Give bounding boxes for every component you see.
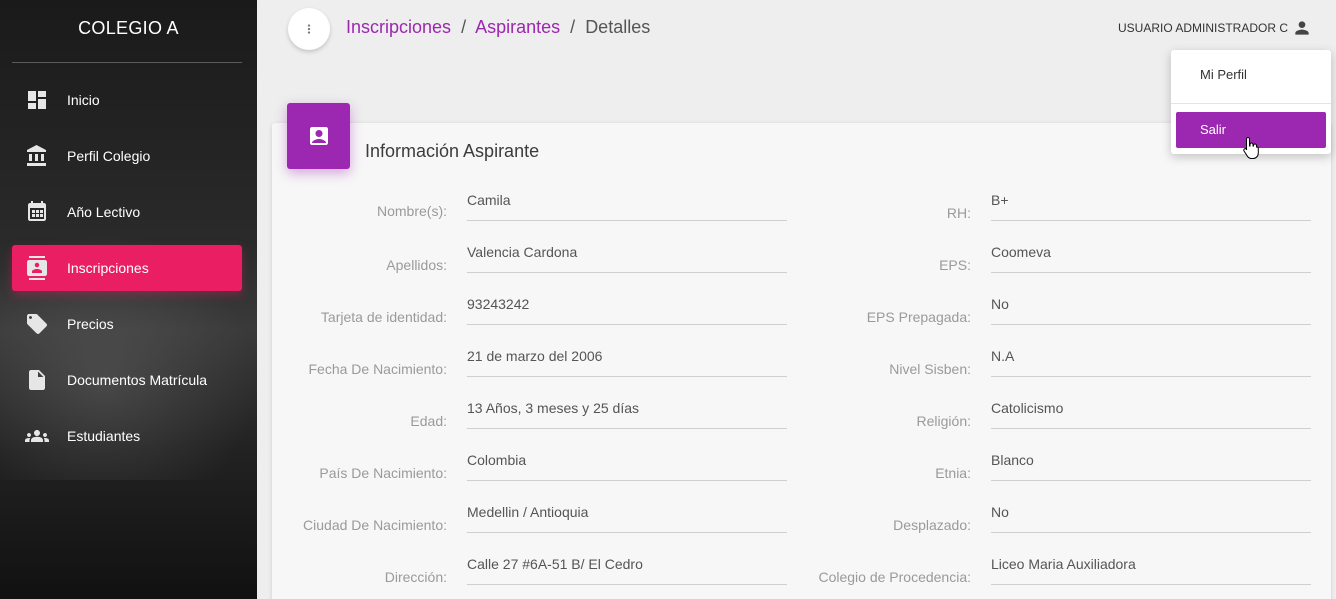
group-icon bbox=[24, 423, 50, 449]
label-pais-nacimiento: País De Nacimiento: bbox=[319, 465, 447, 481]
value-nivel-sisben: N.A bbox=[991, 348, 1311, 377]
sidebar-item-label: Estudiantes bbox=[67, 428, 141, 444]
sidebar-item-ano-lectivo[interactable]: Año Lectivo bbox=[12, 189, 242, 235]
breadcrumb-separator: / bbox=[570, 17, 576, 37]
menu-item-mi-perfil[interactable]: Mi Perfil bbox=[1176, 57, 1326, 93]
label-nivel-sisben: Nivel Sisben: bbox=[889, 361, 971, 377]
value-colegio-procedencia: Liceo Maria Auxiliadora bbox=[991, 556, 1311, 585]
contact-card-icon bbox=[309, 127, 328, 145]
label-apellidos: Apellidos: bbox=[386, 257, 447, 273]
breadcrumb-detalles: Detalles bbox=[585, 17, 651, 37]
value-etnia: Blanco bbox=[991, 452, 1311, 481]
sidebar-item-inicio[interactable]: Inicio bbox=[12, 77, 242, 123]
label-tarjeta: Tarjeta de identidad: bbox=[320, 309, 447, 325]
breadcrumb-inscripciones[interactable]: Inscripciones bbox=[346, 17, 451, 37]
document-icon bbox=[24, 367, 50, 393]
bank-icon bbox=[24, 143, 50, 169]
sidebar-item-documentos-matricula[interactable]: Documentos Matrícula bbox=[12, 357, 242, 403]
label-eps: EPS: bbox=[939, 257, 971, 273]
breadcrumb-separator: / bbox=[461, 17, 467, 37]
value-tarjeta: 93243242 bbox=[467, 296, 787, 325]
school-logo-title[interactable]: COLEGIO A bbox=[0, 0, 257, 62]
sidebar-nav: Inicio Perfil Colegio Año Lectivo Inscri… bbox=[0, 77, 257, 459]
sidebar-item-precios[interactable]: Precios bbox=[12, 301, 242, 347]
label-ciudad-nacimiento: Ciudad De Nacimiento: bbox=[303, 517, 447, 533]
value-eps-prepagada: No bbox=[991, 296, 1311, 325]
sidebar-item-label: Año Lectivo bbox=[67, 204, 141, 220]
menu-divider bbox=[1171, 103, 1331, 104]
breadcrumb-aspirantes[interactable]: Aspirantes bbox=[475, 17, 560, 37]
sidebar-item-inscripciones[interactable]: Inscripciones bbox=[12, 245, 242, 291]
sidebar-divider bbox=[12, 62, 242, 63]
sidebar-item-label: Perfil Colegio bbox=[67, 148, 151, 164]
value-eps: Coomeva bbox=[991, 244, 1311, 273]
user-name: USUARIO ADMINISTRADOR C bbox=[1117, 21, 1288, 35]
card-header-icon bbox=[287, 103, 350, 169]
sidebar-item-label: Precios bbox=[67, 316, 114, 332]
value-pais-nacimiento: Colombia bbox=[467, 452, 787, 481]
sidebar-item-estudiantes[interactable]: Estudiantes bbox=[12, 413, 242, 459]
value-desplazado: No bbox=[991, 504, 1311, 533]
value-direccion: Calle 27 #6A-51 B/ El Cedro bbox=[467, 556, 787, 585]
label-edad: Edad: bbox=[410, 413, 447, 429]
person-icon bbox=[1295, 21, 1309, 35]
value-rh: B+ bbox=[991, 192, 1311, 221]
user-menu-toggle[interactable]: USUARIO ADMINISTRADOR C bbox=[1118, 18, 1312, 38]
label-direccion: Dirección: bbox=[384, 569, 447, 585]
breadcrumb: Inscripciones / Aspirantes / Detalles bbox=[346, 17, 650, 38]
sidebar-item-perfil-colegio[interactable]: Perfil Colegio bbox=[12, 133, 242, 179]
sidebar-item-label: Inicio bbox=[67, 92, 100, 108]
label-eps-prepagada: EPS Prepagada: bbox=[866, 309, 971, 325]
more-vert-button[interactable] bbox=[288, 8, 330, 50]
label-colegio-procedencia: Colegio de Procedencia: bbox=[818, 569, 971, 585]
calendar-icon bbox=[24, 199, 50, 225]
sidebar-item-label: Documentos Matrícula bbox=[67, 372, 208, 388]
contacts-icon bbox=[24, 255, 50, 281]
dashboard-icon bbox=[24, 87, 50, 113]
value-nombres: Camila bbox=[467, 192, 787, 221]
hand-cursor-icon bbox=[1243, 136, 1259, 159]
label-nombres: Nombre(s): bbox=[376, 203, 447, 219]
more-vert-icon bbox=[307, 24, 311, 34]
label-fecha-nacimiento: Fecha De Nacimiento: bbox=[308, 361, 447, 377]
value-edad: 13 Años, 3 meses y 25 días bbox=[467, 400, 787, 429]
card-title: Información Aspirante bbox=[365, 141, 540, 161]
value-apellidos: Valencia Cardona bbox=[467, 244, 787, 273]
label-etnia: Etnia: bbox=[935, 465, 971, 481]
label-religion: Religión: bbox=[916, 413, 971, 429]
label-desplazado: Desplazado: bbox=[893, 517, 971, 533]
sidebar: COLEGIO A Inicio Perfil Colegio Año Lect… bbox=[0, 0, 257, 599]
ticket-icon bbox=[24, 311, 50, 337]
value-religion: Catolicismo bbox=[991, 400, 1311, 429]
label-rh: RH: bbox=[946, 205, 971, 221]
value-ciudad-nacimiento: Medellin / Antioquia bbox=[467, 504, 787, 533]
sidebar-item-label: Inscripciones bbox=[67, 260, 149, 276]
value-fecha-nacimiento: 21 de marzo del 2006 bbox=[467, 348, 787, 377]
